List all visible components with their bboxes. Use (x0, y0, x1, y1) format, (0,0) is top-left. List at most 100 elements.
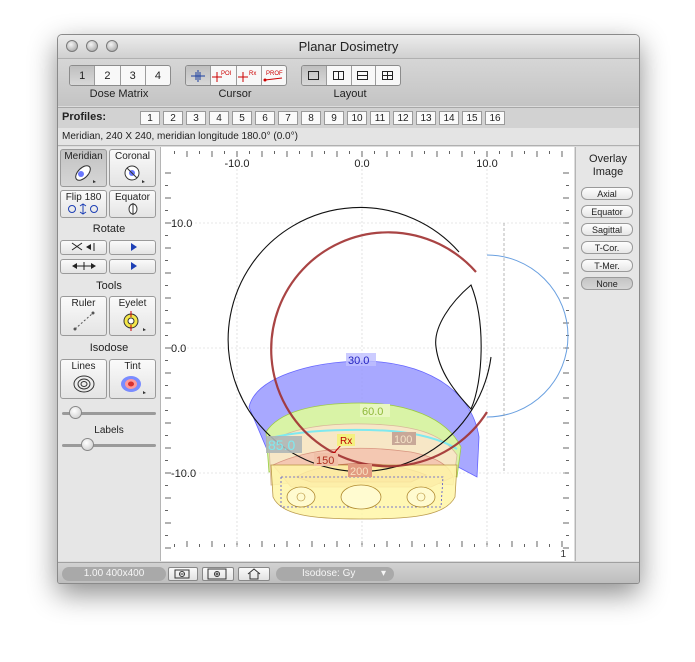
dropdown-arrow-icon: ▾ (380, 568, 386, 579)
poi-cursor-icon[interactable]: POI (211, 66, 237, 85)
isodose-label-100: 100 (394, 434, 412, 446)
zoom-in-button[interactable] (202, 567, 234, 581)
zoom-readout: 1.00 400x400 (62, 567, 166, 581)
profile-button-14[interactable]: 14 (439, 111, 459, 125)
isodose-tint-button[interactable]: Tint (109, 359, 156, 399)
profile-button-15[interactable]: 15 (462, 111, 482, 125)
profile-button-9[interactable]: 9 (324, 111, 344, 125)
meridian-label: Meridian (64, 151, 103, 162)
coronal-view-button[interactable]: Coronal (109, 149, 156, 187)
profiles-bar: Profiles: 1 2 3 4 5 6 7 8 9 10 11 12 13 14 15 16 (58, 107, 639, 129)
labels-size-knob[interactable] (81, 438, 94, 451)
overlay-t-mer-button[interactable]: T-Mer. (581, 259, 633, 272)
equator-eye-icon (128, 203, 137, 215)
dose-plot-canvas[interactable]: -10.0 0.0 10.0 10.0 0.0 -10.0 Rx 30.0 60… (161, 147, 574, 561)
coronal-eye-icon (124, 165, 145, 183)
dose-plot-svg[interactable]: -10.0 0.0 10.0 10.0 0.0 -10.0 Rx 30.0 60… (161, 147, 574, 561)
y-tick-label: 0.0 (171, 343, 186, 355)
profile-button-7[interactable]: 7 (278, 111, 298, 125)
tint-label: Tint (124, 361, 141, 372)
labels-heading: Labels (94, 425, 124, 436)
layout-quad-icon[interactable] (376, 66, 400, 85)
x-tick-label: 10.0 (476, 158, 497, 170)
rx-label: Rx (340, 436, 352, 447)
flip-180-label: Flip 180 (65, 192, 102, 203)
isodose-lines-icon (73, 375, 94, 393)
dose-matrix-3[interactable]: 3 (121, 66, 146, 85)
layout-two-horizontal-icon[interactable] (352, 66, 377, 85)
profile-button-13[interactable]: 13 (416, 111, 436, 125)
crosshair-cursor-icon[interactable] (186, 66, 212, 85)
flip-180-button[interactable]: Flip 180 (60, 190, 107, 218)
svg-text:POI: POI (221, 71, 232, 77)
layout-selector (301, 65, 401, 86)
svg-text:Rx: Rx (249, 71, 256, 77)
profile-cursor-icon[interactable]: PROF (262, 66, 286, 85)
overlay-none-button[interactable]: None (581, 277, 633, 290)
svg-text:PROF: PROF (266, 71, 283, 77)
eyelet-label: Eyelet (118, 298, 147, 309)
profile-button-6[interactable]: 6 (255, 111, 275, 125)
ruler-tool-button[interactable]: Ruler (60, 296, 107, 336)
cursor-label: Cursor (218, 88, 252, 100)
eyelet-icon (123, 311, 146, 331)
rotate-cw-button[interactable] (60, 259, 107, 274)
isodose-label-200: 200 (350, 466, 368, 478)
isodose-heading: Isodose (89, 342, 129, 354)
cornea-contour (486, 254, 569, 418)
profile-button-3[interactable]: 3 (186, 111, 206, 125)
profile-button-1[interactable]: 1 (140, 111, 160, 125)
layout-two-vertical-icon[interactable] (327, 66, 352, 85)
rotate-ccw-button[interactable] (60, 240, 107, 255)
plaque-seed (286, 486, 316, 508)
profile-button-2[interactable]: 2 (163, 111, 183, 125)
profile-button-11[interactable]: 11 (370, 111, 390, 125)
labels-size-slider[interactable] (62, 444, 156, 447)
overlay-image-title: Overlay Image (576, 153, 639, 179)
isodose-opacity-knob[interactable] (69, 406, 82, 419)
coronal-label: Coronal (114, 151, 151, 162)
ruler-label: Ruler (71, 298, 96, 309)
zoom-out-button[interactable] (168, 567, 198, 581)
overlay-t-cor-button[interactable]: T-Cor. (581, 241, 633, 254)
cursor-selector: POI Rx PROF (185, 65, 287, 86)
isodose-lines-button[interactable]: Lines (60, 359, 107, 399)
profile-button-8[interactable]: 8 (301, 111, 321, 125)
rotate-cw-icon (71, 262, 96, 270)
rotate-step-right-button[interactable] (109, 240, 156, 255)
profile-button-16[interactable]: 16 (485, 111, 505, 125)
layout-single-icon[interactable] (302, 66, 327, 85)
planar-dosimetry-window: Planar Dosimetry 1 2 3 4 Dose Matrix POI… (57, 34, 640, 584)
plaque-seed (406, 486, 436, 508)
equator-view-button[interactable]: Equator (109, 190, 156, 218)
view-status-text: Meridian, 240 X 240, meridian longitude … (58, 128, 639, 146)
eyelet-tool-button[interactable]: Eyelet (109, 296, 156, 336)
y-tick-label: -10.0 (171, 468, 196, 480)
dose-matrix-2[interactable]: 2 (95, 66, 121, 85)
overlay-equator-button[interactable]: Equator (581, 205, 633, 218)
rotate-step-right-2-button[interactable] (109, 259, 156, 274)
ruler-icon (73, 311, 94, 331)
overlay-image-panel: Overlay Image Axial Equator Sagittal T-C… (575, 147, 639, 561)
x-tick-label: -10.0 (224, 158, 249, 170)
isodose-units-dropdown[interactable]: Isodose: Gy ▾ (276, 567, 394, 581)
profile-button-10[interactable]: 10 (347, 111, 367, 125)
step-right-icon-2 (130, 262, 137, 270)
left-tool-panel: Meridian Coronal Flip 180 Equator Rotate… (58, 147, 161, 561)
dose-matrix-selector: 1 2 3 4 (69, 65, 171, 86)
bottom-bar: 1.00 400x400 Isodose: Gy ▾ (58, 562, 639, 583)
dose-matrix-4[interactable]: 4 (146, 66, 170, 85)
overlay-axial-button[interactable]: Axial (581, 187, 633, 200)
isodose-label-60: 60.0 (362, 406, 383, 418)
meridian-view-button[interactable]: Meridian (60, 149, 107, 187)
home-button[interactable] (238, 567, 270, 581)
profile-button-5[interactable]: 5 (232, 111, 252, 125)
zoom-out-icon (174, 569, 190, 579)
zoom-in-icon (207, 568, 227, 580)
profile-button-4[interactable]: 4 (209, 111, 229, 125)
profile-button-12[interactable]: 12 (393, 111, 413, 125)
dose-matrix-1[interactable]: 1 (70, 66, 96, 85)
overlay-sagittal-button[interactable]: Sagittal (581, 223, 633, 236)
layout-label: Layout (333, 88, 367, 100)
rx-cursor-icon[interactable]: Rx (237, 66, 262, 85)
